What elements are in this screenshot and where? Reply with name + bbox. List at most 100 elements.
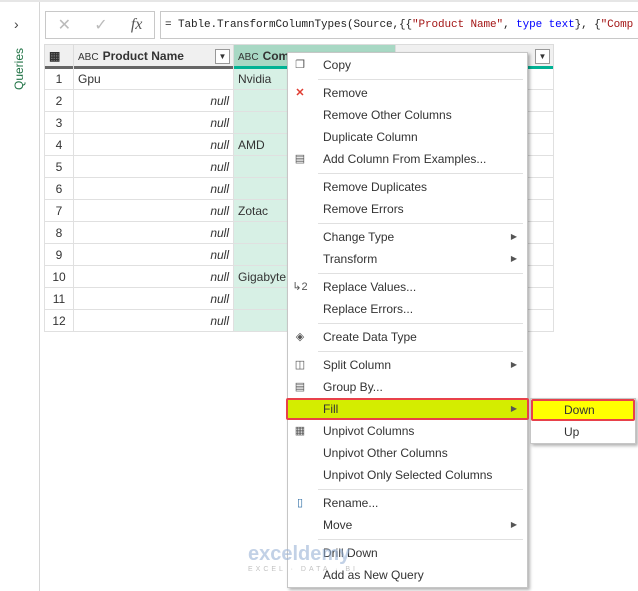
- menu-item-split-column[interactable]: ◫ Split Column ▶: [288, 354, 527, 376]
- menu-item-remove-duplicates[interactable]: Remove Duplicates: [288, 176, 527, 198]
- menu-item-replace-errors[interactable]: Replace Errors...: [288, 298, 527, 320]
- fill-up-item[interactable]: Up: [531, 421, 635, 443]
- rename-icon: ▯: [296, 497, 304, 509]
- formula-text: }, {: [574, 19, 601, 31]
- menu-label: Rename...: [323, 496, 379, 510]
- menu-item-unpivot-selected-columns[interactable]: Unpivot Only Selected Columns: [288, 464, 527, 486]
- menu-item-rename[interactable]: ▯ Rename...: [288, 492, 527, 514]
- menu-item-move[interactable]: Move ▶: [288, 514, 527, 536]
- watermark-tagline: EXCEL · DATA · BI: [248, 566, 358, 573]
- watermark-brand: exceldemy: [248, 543, 351, 565]
- product-name-cell[interactable]: null: [73, 221, 234, 244]
- remove-icon: ✕: [295, 87, 305, 99]
- product-name-cell[interactable]: null: [73, 111, 234, 134]
- menu-item-remove-errors[interactable]: Remove Errors: [288, 198, 527, 220]
- menu-item-copy[interactable]: ❐ Copy: [288, 54, 527, 76]
- fill-submenu: Down Up: [530, 398, 636, 444]
- menu-item-fill[interactable]: Fill ▶: [286, 398, 529, 420]
- product-name-cell[interactable]: null: [73, 287, 234, 310]
- formula-string: "Product Name": [412, 19, 504, 31]
- menu-item-remove-other-columns[interactable]: Remove Other Columns: [288, 104, 527, 126]
- row-number[interactable]: 10: [44, 265, 74, 288]
- menu-label: Add Column From Examples...: [323, 152, 487, 166]
- queries-pane: › Queries: [0, 2, 40, 591]
- context-menu: ❐ Copy ✕ Remove Remove Other Columns Dupli…: [286, 52, 529, 588]
- filter-dropdown-icon[interactable]: ▼: [215, 49, 230, 64]
- formula-string: "Comp: [600, 19, 634, 31]
- formula-input[interactable]: = Table.TransformColumnTypes(Source,{{"P…: [160, 11, 638, 39]
- menu-item-duplicate-column[interactable]: Duplicate Column: [288, 126, 527, 148]
- row-number[interactable]: 4: [44, 133, 74, 156]
- submenu-arrow-icon: ▶: [510, 254, 517, 263]
- menu-item-unpivot-other-columns[interactable]: Unpivot Other Columns: [288, 442, 527, 464]
- submenu-arrow-icon: ▶: [510, 360, 517, 369]
- split-column-icon: ◫: [294, 359, 306, 371]
- menu-label: Duplicate Column: [323, 130, 418, 144]
- menu-item-create-data-type[interactable]: ◈ Create Data Type: [288, 326, 527, 348]
- product-name-cell[interactable]: null: [73, 199, 234, 222]
- column-title: Product Name: [102, 49, 184, 63]
- product-name-cell[interactable]: Gpu: [73, 67, 234, 90]
- queries-label[interactable]: Queries: [12, 48, 26, 90]
- submenu-arrow-icon: ▶: [510, 404, 517, 413]
- menu-label: Fill: [323, 402, 339, 416]
- data-type-icon: ◈: [295, 331, 305, 343]
- row-number[interactable]: 2: [44, 89, 74, 112]
- menu-label: Change Type: [323, 230, 395, 244]
- row-number[interactable]: 12: [44, 309, 74, 332]
- menu-item-remove[interactable]: ✕ Remove: [288, 82, 527, 104]
- row-number[interactable]: 9: [44, 243, 74, 266]
- column-examples-icon: ▤: [294, 153, 306, 165]
- menu-label: Group By...: [323, 380, 383, 394]
- menu-label: Remove Other Columns: [323, 108, 452, 122]
- menu-label: Unpivot Other Columns: [323, 446, 448, 460]
- menu-label: Replace Errors...: [323, 302, 414, 316]
- menu-item-replace-values[interactable]: ↳2 Replace Values...: [288, 276, 527, 298]
- menu-item-transform[interactable]: Transform ▶: [288, 248, 527, 270]
- menu-label: Remove Errors: [323, 202, 404, 216]
- chevron-right-icon[interactable]: ›: [14, 16, 19, 32]
- menu-label: Move: [323, 518, 353, 532]
- submenu-arrow-icon: ▶: [510, 520, 517, 529]
- copy-icon: ❐: [295, 59, 305, 71]
- product-name-cell[interactable]: null: [73, 265, 234, 288]
- row-number[interactable]: 7: [44, 199, 74, 222]
- formula-buttons: ✕ ✓ fx: [45, 11, 155, 39]
- menu-label: Split Column: [323, 358, 392, 372]
- filter-dropdown-icon[interactable]: ▼: [535, 49, 550, 64]
- menu-item-unpivot-columns[interactable]: ▦ Unpivot Columns: [288, 420, 527, 442]
- submenu-arrow-icon: ▶: [510, 232, 517, 241]
- fx-icon[interactable]: fx: [131, 16, 143, 34]
- column-header-product-name[interactable]: ABC Product Name ▼: [73, 44, 234, 69]
- text-type-icon[interactable]: ABC: [238, 52, 259, 63]
- top-border: [0, 0, 638, 2]
- menu-label: Copy: [323, 58, 352, 72]
- product-name-cell[interactable]: null: [73, 177, 234, 200]
- menu-label: Create Data Type: [323, 330, 417, 344]
- cancel-icon[interactable]: ✕: [58, 15, 71, 35]
- product-name-cell[interactable]: null: [73, 89, 234, 112]
- menu-label: Remove Duplicates: [323, 180, 428, 194]
- formula-text: = Table.TransformColumnTypes(Source,{{: [165, 19, 413, 31]
- menu-label: Unpivot Only Selected Columns: [323, 468, 493, 482]
- product-name-cell[interactable]: null: [73, 309, 234, 332]
- menu-item-add-column-from-examples[interactable]: ▤ Add Column From Examples...: [288, 148, 527, 170]
- formula-text: ,: [503, 19, 517, 31]
- fill-down-item[interactable]: Down: [531, 399, 635, 421]
- menu-item-change-type[interactable]: Change Type ▶: [288, 226, 527, 248]
- product-name-cell[interactable]: null: [73, 133, 234, 156]
- replace-values-icon: ↳2: [292, 281, 308, 293]
- row-number[interactable]: 8: [44, 221, 74, 244]
- row-number[interactable]: 5: [44, 155, 74, 178]
- menu-label: Transform: [323, 252, 378, 266]
- row-number[interactable]: 11: [44, 287, 74, 310]
- row-number[interactable]: 1: [44, 67, 74, 90]
- row-number[interactable]: 3: [44, 111, 74, 134]
- text-type-icon[interactable]: ABC: [78, 52, 99, 63]
- product-name-cell[interactable]: null: [73, 155, 234, 178]
- product-name-cell[interactable]: null: [73, 243, 234, 266]
- confirm-icon[interactable]: ✓: [94, 15, 107, 35]
- menu-item-group-by[interactable]: ▤ Group By...: [288, 376, 527, 398]
- row-number[interactable]: 6: [44, 177, 74, 200]
- table-menu-icon[interactable]: ▦: [44, 44, 74, 69]
